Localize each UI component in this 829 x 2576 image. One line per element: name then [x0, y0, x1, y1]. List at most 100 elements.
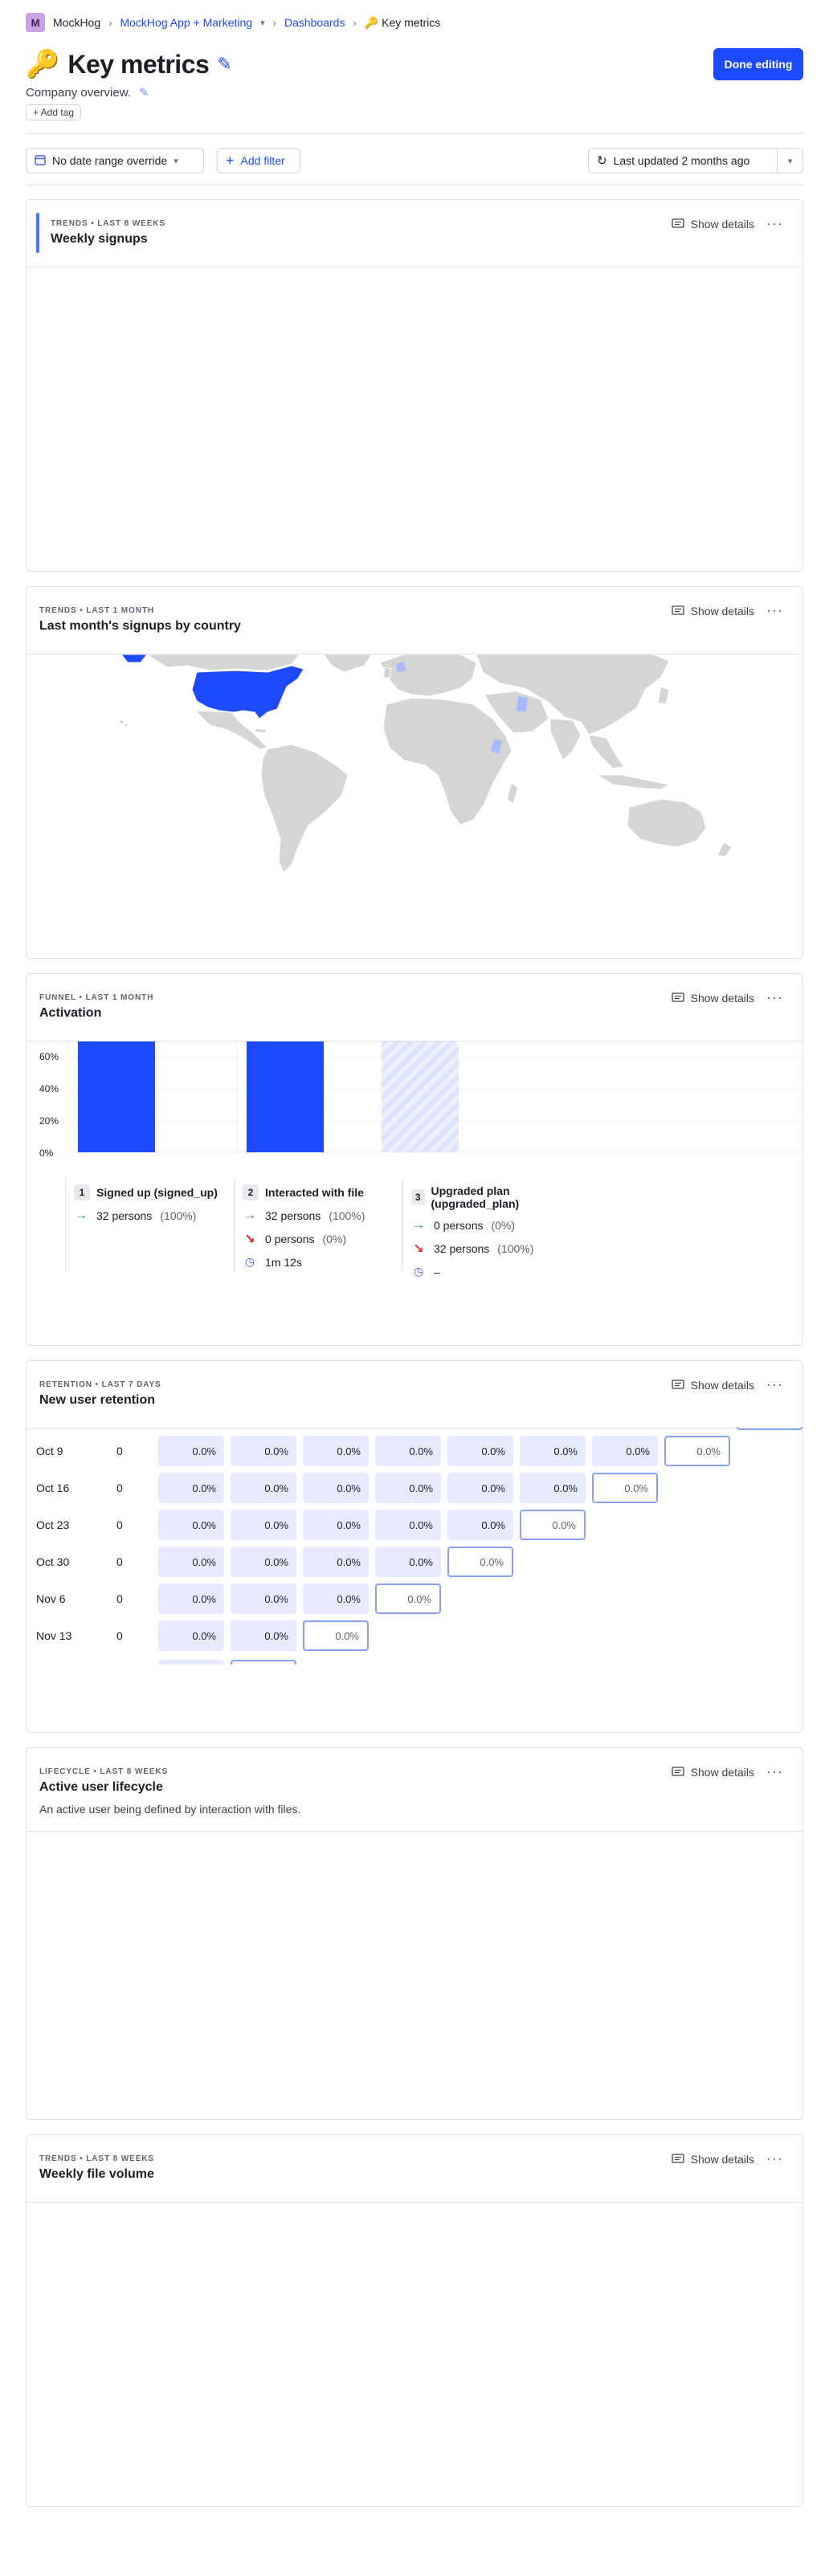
- retention-cell[interactable]: 0.0%: [303, 1620, 369, 1651]
- retention-cohort-size: 0: [116, 1555, 123, 1568]
- retention-cell-partial: [737, 1427, 802, 1430]
- more-options-icon[interactable]: ···: [766, 1763, 783, 1780]
- key-emoji-icon[interactable]: 🔑: [26, 48, 59, 80]
- retention-cohort-date: Oct 9: [36, 1445, 63, 1457]
- card-kicker: TRENDS • LAST 8 WEEKS: [39, 2154, 154, 2163]
- retention-cell[interactable]: 0.0%: [303, 1584, 369, 1614]
- chevron-down-icon: ▾: [787, 156, 793, 166]
- retention-cell[interactable]: 0.0%: [375, 1584, 441, 1614]
- card-title[interactable]: Last month's signups by country: [39, 619, 241, 634]
- retention-cell[interactable]: 0.0%: [158, 1510, 224, 1540]
- add-filter-button[interactable]: + Add filter: [217, 148, 300, 173]
- retention-cell[interactable]: 0.0%: [592, 1473, 658, 1503]
- show-details-button[interactable]: Show details: [671, 2153, 754, 2166]
- more-options-icon[interactable]: ···: [766, 2150, 783, 2167]
- retention-cell[interactable]: 0.0%: [375, 1436, 441, 1466]
- edit-description-pencil-icon[interactable]: ✎: [139, 85, 149, 100]
- retention-cell[interactable]: 0.0%: [231, 1584, 296, 1614]
- card-title[interactable]: Weekly file volume: [39, 2167, 154, 2182]
- retention-cell[interactable]: 0.0%: [158, 1620, 224, 1651]
- edit-title-pencil-icon[interactable]: ✎: [217, 54, 231, 75]
- card-title[interactable]: New user retention: [39, 1393, 155, 1408]
- show-details-button[interactable]: Show details: [671, 992, 754, 1005]
- retention-cell-partial: [231, 1660, 296, 1665]
- card-title[interactable]: Active user lifecycle: [39, 1780, 163, 1795]
- more-options-icon[interactable]: ···: [766, 989, 783, 1006]
- step-converted[interactable]: 0 persons: [434, 1219, 483, 1232]
- step-dropped[interactable]: 32 persons: [434, 1242, 489, 1255]
- step-converted[interactable]: 32 persons: [265, 1209, 321, 1222]
- clock-icon: ◷: [413, 1265, 424, 1278]
- breadcrumb-dashboards[interactable]: Dashboards: [284, 16, 345, 29]
- retention-cell[interactable]: 0.0%: [375, 1510, 441, 1540]
- retention-cell[interactable]: 0.0%: [375, 1473, 441, 1503]
- show-details-button[interactable]: Show details: [671, 605, 754, 618]
- clock-icon: ◷: [244, 1255, 255, 1268]
- show-details-label: Show details: [690, 218, 754, 230]
- step-name[interactable]: Upgraded plan (upgraded_plan): [431, 1184, 572, 1210]
- retention-cell[interactable]: 0.0%: [375, 1547, 441, 1577]
- retention-cell[interactable]: 0.0%: [520, 1436, 586, 1466]
- retention-cell[interactable]: 0.0%: [664, 1436, 730, 1466]
- show-details-button[interactable]: Show details: [671, 1379, 754, 1392]
- retention-cell[interactable]: 0.0%: [520, 1510, 586, 1540]
- show-details-button[interactable]: Show details: [671, 218, 754, 230]
- breadcrumb-project[interactable]: MockHog App + Marketing: [120, 16, 252, 29]
- step-dropped[interactable]: 0 persons: [265, 1233, 314, 1245]
- retention-cell[interactable]: 0.0%: [447, 1510, 513, 1540]
- retention-cell[interactable]: 0.0%: [158, 1473, 224, 1503]
- more-options-icon[interactable]: ···: [766, 215, 783, 232]
- chevron-down-icon[interactable]: ▾: [260, 18, 265, 28]
- retention-cell[interactable]: 0.0%: [592, 1436, 658, 1466]
- retention-cell[interactable]: 0.0%: [447, 1436, 513, 1466]
- done-editing-button[interactable]: Done editing: [713, 48, 803, 80]
- card-title[interactable]: Activation: [39, 1006, 101, 1021]
- step-converted[interactable]: 32 persons: [96, 1209, 152, 1222]
- funnel-bar[interactable]: [78, 1041, 155, 1152]
- retention-cell[interactable]: 0.0%: [158, 1584, 224, 1614]
- show-details-button[interactable]: Show details: [671, 1766, 754, 1779]
- retention-cell[interactable]: 0.0%: [231, 1510, 296, 1540]
- insight-card-signups-by-country: TRENDS • LAST 1 MONTH Last month's signu…: [26, 586, 803, 959]
- refresh-options-button[interactable]: ▾: [777, 148, 803, 173]
- map-madagascar: [506, 782, 519, 805]
- arrow-right-icon: →: [75, 1209, 88, 1222]
- more-options-icon[interactable]: ···: [766, 602, 783, 619]
- retention-row: Oct 9 0 0.0% 0.0% 0.0% 0.0% 0.0% 0.0% 0.0% 0.0%: [36, 1435, 737, 1467]
- retention-cell[interactable]: 0.0%: [303, 1510, 369, 1540]
- details-icon: [671, 218, 684, 230]
- retention-cell[interactable]: 0.0%: [158, 1547, 224, 1577]
- retention-cell[interactable]: 0.0%: [447, 1473, 513, 1503]
- add-tag-button[interactable]: + Add tag: [26, 104, 82, 120]
- retention-cell[interactable]: 0.0%: [231, 1473, 296, 1503]
- funnel-chart: [67, 1041, 802, 1153]
- step-name[interactable]: Interacted with file: [265, 1186, 364, 1199]
- retention-cell[interactable]: 0.0%: [447, 1547, 513, 1577]
- retention-cell[interactable]: 0.0%: [231, 1547, 296, 1577]
- retention-cell[interactable]: 0.0%: [520, 1473, 586, 1503]
- plus-icon: +: [226, 152, 235, 169]
- retention-cohort-size: 0: [116, 1592, 123, 1605]
- date-range-select[interactable]: No date range override ▾: [26, 148, 204, 173]
- more-options-icon[interactable]: ···: [766, 1376, 783, 1393]
- retention-cell[interactable]: 0.0%: [158, 1436, 224, 1466]
- card-header: TRENDS • LAST 1 MONTH Last month's signu…: [27, 587, 802, 654]
- map-europe: [379, 654, 477, 697]
- card-header: TRENDS • LAST 8 WEEKS Weekly file volume…: [27, 2135, 802, 2203]
- step-name[interactable]: Signed up (signed_up): [96, 1186, 218, 1199]
- map-greenland: [323, 654, 373, 673]
- retention-cell[interactable]: 0.0%: [303, 1436, 369, 1466]
- breadcrumb-org[interactable]: MockHog: [53, 16, 100, 29]
- retention-cell[interactable]: 0.0%: [303, 1473, 369, 1503]
- map-south-america: [260, 744, 349, 874]
- refresh-button[interactable]: ↻ Last updated 2 months ago: [588, 148, 778, 173]
- card-title[interactable]: Weekly signups: [51, 232, 148, 247]
- retention-cell[interactable]: 0.0%: [231, 1436, 296, 1466]
- funnel-bar[interactable]: [247, 1041, 324, 1152]
- chevron-down-icon: ▾: [174, 156, 178, 166]
- funnel-bar[interactable]: [382, 1041, 459, 1152]
- retention-cell[interactable]: 0.0%: [231, 1620, 296, 1651]
- org-avatar[interactable]: M: [26, 13, 45, 32]
- breadcrumb-current: 🔑 Key metrics: [365, 16, 440, 30]
- retention-cell[interactable]: 0.0%: [303, 1547, 369, 1577]
